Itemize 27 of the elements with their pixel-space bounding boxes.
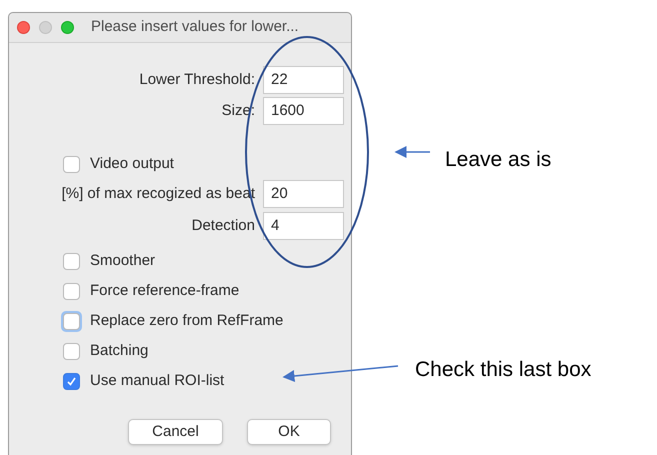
arrow <box>394 146 430 158</box>
window-title: Please insert values for lower... <box>91 17 299 38</box>
input-field[interactable]: 4 <box>263 212 344 240</box>
checkbox-label: Batching <box>90 340 148 361</box>
checkbox[interactable] <box>63 342 80 360</box>
minimize-icon[interactable] <box>39 21 52 34</box>
zoom-icon[interactable] <box>61 21 74 34</box>
checkbox[interactable] <box>63 156 80 172</box>
input-field[interactable]: 22 <box>263 66 344 94</box>
checkbox[interactable] <box>63 282 80 300</box>
close-icon[interactable] <box>17 21 30 34</box>
checkbox-label: Video output <box>90 154 174 174</box>
field-label: Detection <box>192 216 255 236</box>
checkbox[interactable] <box>63 372 80 390</box>
input-field[interactable]: 1600 <box>263 97 344 125</box>
annotation-text: Check this last box <box>415 357 592 383</box>
ok-button[interactable]: OK <box>247 419 331 445</box>
annotation-text: Leave as is <box>445 147 552 173</box>
checkmark-icon <box>66 376 77 386</box>
checkbox-label: Smoother <box>90 250 156 271</box>
checkbox[interactable] <box>63 252 80 270</box>
input-field[interactable]: 20 <box>263 180 344 208</box>
field-label: Lower Threshold: <box>139 70 255 90</box>
checkbox-label: Force reference-frame <box>90 280 240 301</box>
checkbox-label: Use manual ROI-list <box>90 370 224 391</box>
cancel-button[interactable]: Cancel <box>128 419 223 445</box>
checkbox-label: Replace zero from RefFrame <box>90 310 284 331</box>
